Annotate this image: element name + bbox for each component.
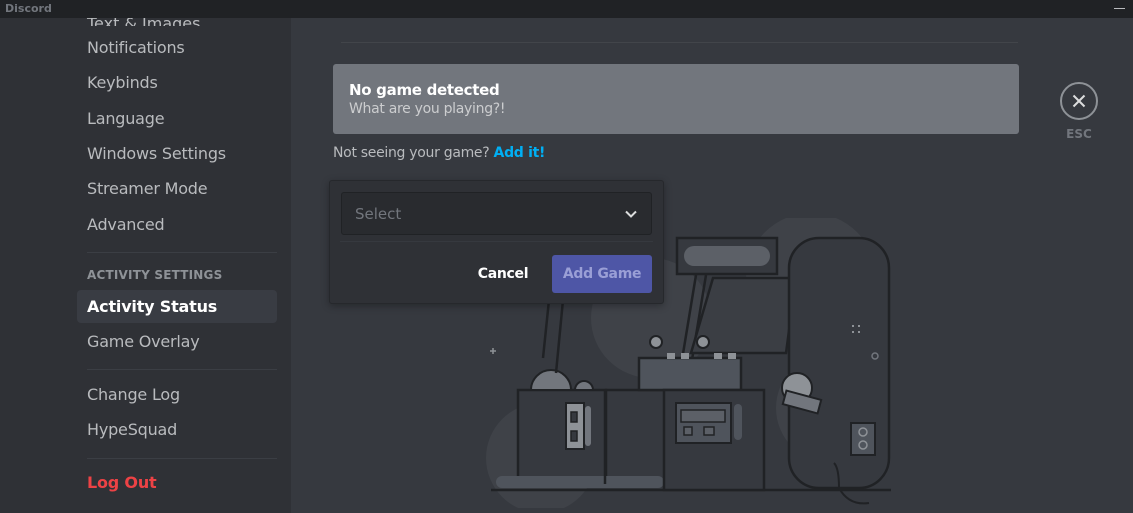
minimize-button[interactable]	[1114, 2, 1125, 14]
sidebar-item-notifications[interactable]: Notifications	[77, 31, 277, 64]
sidebar-divider	[87, 252, 277, 253]
app-name: Discord	[5, 2, 52, 15]
sidebar-item-game-overlay[interactable]: Game Overlay	[77, 325, 277, 358]
popout-divider	[340, 241, 653, 242]
title-bar: Discord	[0, 0, 1133, 18]
no-game-title: No game detected	[349, 81, 500, 99]
close-settings: ESC	[1060, 82, 1098, 141]
sidebar-item-log-out[interactable]: Log Out	[77, 466, 277, 499]
settings-sidebar: Text & Images Notifications Keybinds Lan…	[0, 18, 291, 513]
sidebar-divider	[87, 458, 277, 459]
sidebar-item-partial[interactable]: Text & Images	[87, 18, 200, 26]
no-game-detected-card: No game detected What are you playing?!	[333, 64, 1019, 134]
select-placeholder: Select	[355, 205, 402, 223]
activity-settings-header: ACTIVITY SETTINGS	[87, 268, 223, 282]
game-select-dropdown[interactable]: Select	[341, 192, 652, 235]
cancel-button[interactable]: Cancel	[468, 255, 538, 293]
activity-status-content: No game detected What are you playing?! …	[291, 18, 1133, 513]
sidebar-item-streamer-mode[interactable]: Streamer Mode	[77, 172, 277, 205]
no-game-subtitle: What are you playing?!	[349, 101, 506, 117]
add-game-button[interactable]: Add Game	[552, 255, 652, 293]
sidebar-item-language[interactable]: Language	[77, 102, 277, 135]
close-button[interactable]	[1060, 82, 1098, 120]
add-game-popout: Select Cancel Add Game	[329, 180, 664, 304]
esc-label: ESC	[1066, 127, 1092, 141]
add-it-link[interactable]: Add it!	[494, 145, 546, 161]
sidebar-item-activity-status[interactable]: Activity Status	[77, 290, 277, 323]
sidebar-item-advanced[interactable]: Advanced	[77, 208, 277, 241]
sidebar-divider	[87, 369, 277, 370]
hint-text: Not seeing your game?	[333, 145, 490, 161]
scrolled-item-clip: Text & Images	[0, 18, 291, 26]
section-divider	[341, 42, 1018, 43]
sidebar-item-keybinds[interactable]: Keybinds	[77, 66, 277, 99]
add-game-hint: Not seeing your game? Add it!	[333, 145, 545, 161]
chevron-down-icon	[625, 210, 637, 218]
sidebar-item-change-log[interactable]: Change Log	[77, 378, 277, 411]
sidebar-item-windows-settings[interactable]: Windows Settings	[77, 137, 277, 170]
sidebar-item-hypesquad[interactable]: HypeSquad	[77, 413, 277, 446]
close-icon	[1072, 94, 1086, 108]
